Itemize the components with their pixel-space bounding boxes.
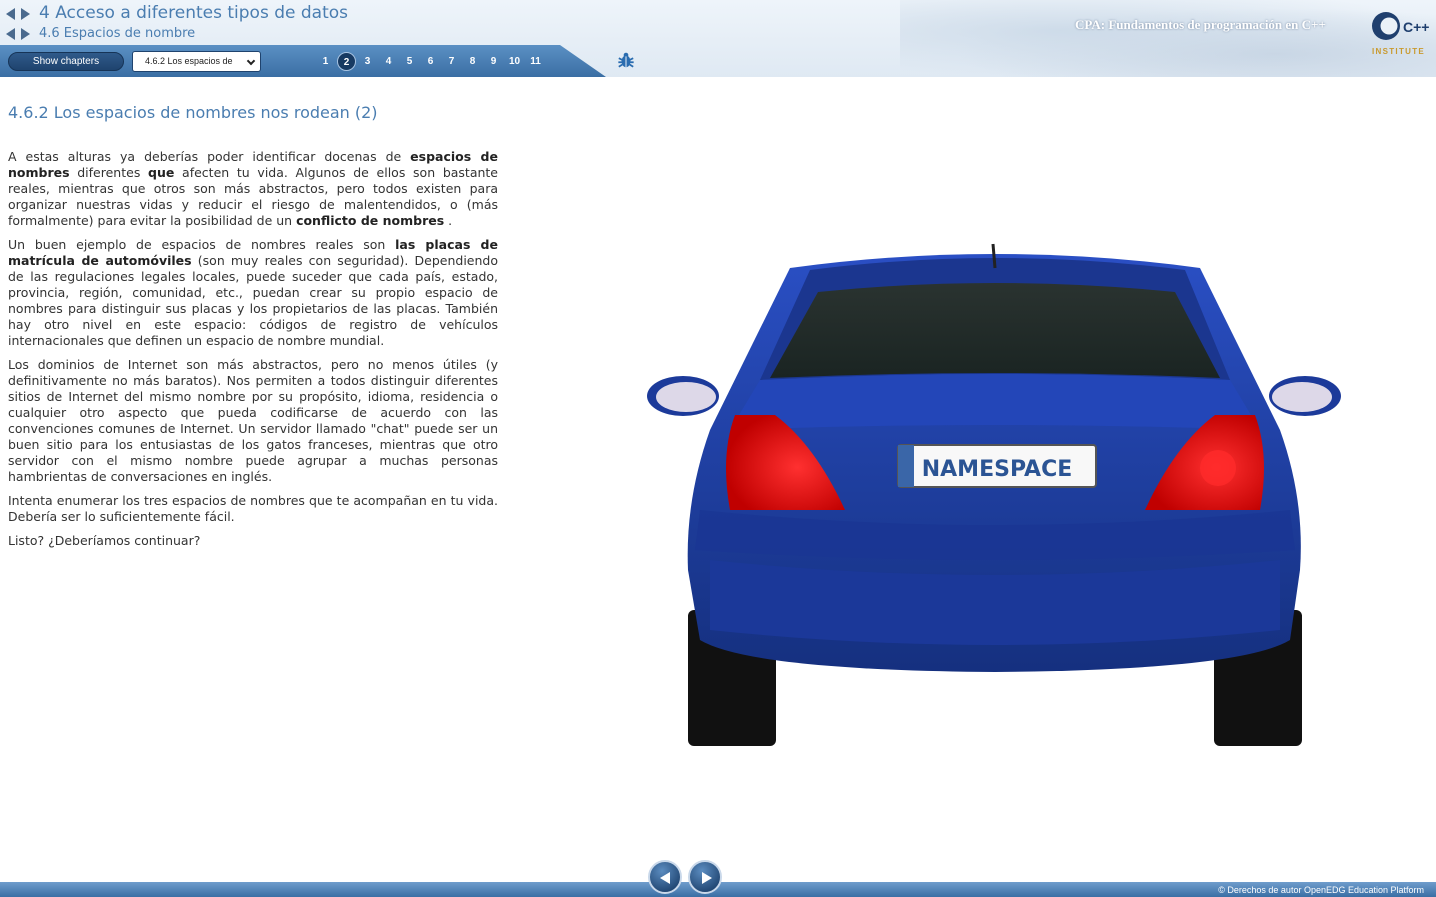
- page-link-5[interactable]: 5: [400, 52, 419, 71]
- section-select-value: 4.6.2 Los espacios de: [145, 56, 233, 66]
- page-link-6[interactable]: 6: [421, 52, 440, 71]
- paragraph-1: A estas alturas ya deberías poder identi…: [8, 149, 498, 228]
- page-link-9[interactable]: 9: [484, 52, 503, 71]
- course-title: CPA: Fundamentos de programación en C++: [1075, 17, 1326, 32]
- chevron-down-icon: [246, 56, 256, 66]
- arrow-right-icon: [702, 872, 712, 884]
- arrow-left-icon: [660, 872, 670, 884]
- paragraph-4: Intenta enumerar los tres espacios de no…: [8, 493, 498, 524]
- license-plate-text: NAMESPACE: [922, 457, 1073, 482]
- chapter-title: 4 Acceso a diferentes tipos de datos: [39, 3, 349, 23]
- lesson-text: A estas alturas ya deberías poder identi…: [8, 149, 498, 557]
- section-nav: [6, 28, 30, 40]
- logo-text: INSTITUTE: [1372, 47, 1426, 56]
- page-link-8[interactable]: 8: [463, 52, 482, 71]
- next-section-icon[interactable]: [21, 28, 30, 40]
- previous-page-button[interactable]: [648, 860, 682, 894]
- show-chapters-button[interactable]: Show chapters: [8, 52, 124, 71]
- bug-icon[interactable]: [617, 51, 635, 69]
- chapter-nav: [6, 8, 30, 20]
- paragraph-2: Un buen ejemplo de espacios de nombres r…: [8, 237, 498, 348]
- section-title: 4.6 Espacios de nombre: [39, 26, 196, 41]
- prev-chapter-icon[interactable]: [6, 8, 15, 20]
- car-illustration: NAMESPACE: [647, 243, 1341, 746]
- section-select[interactable]: 4.6.2 Los espacios de: [132, 51, 261, 72]
- header: 4 Acceso a diferentes tipos de datos 4.6…: [0, 0, 1436, 77]
- prev-section-icon[interactable]: [6, 28, 15, 40]
- copyright-notice: © Derechos de autor OpenEDG Education Pl…: [1218, 885, 1424, 895]
- next-page-button[interactable]: [688, 860, 722, 894]
- header-background-art: [900, 0, 1436, 77]
- page-link-3[interactable]: 3: [358, 52, 377, 71]
- page-link-1[interactable]: 1: [316, 52, 335, 71]
- page-link-10[interactable]: 10: [505, 52, 524, 71]
- paragraph-3: Los dominios de Internet son más abstrac…: [8, 357, 498, 484]
- next-chapter-icon[interactable]: [21, 8, 30, 20]
- page-link-4[interactable]: 4: [379, 52, 398, 71]
- page-link-7[interactable]: 7: [442, 52, 461, 71]
- page-list: 1 2 3 4 5 6 7 8 9 10 11: [316, 52, 545, 71]
- logo-mark: C++: [1403, 19, 1429, 35]
- page-link-2[interactable]: 2: [337, 52, 356, 71]
- page-title: 4.6.2 Los espacios de nombres nos rodean…: [8, 103, 378, 122]
- page-link-11[interactable]: 11: [526, 52, 545, 71]
- paragraph-5: Listo? ¿Deberíamos continuar?: [8, 533, 201, 548]
